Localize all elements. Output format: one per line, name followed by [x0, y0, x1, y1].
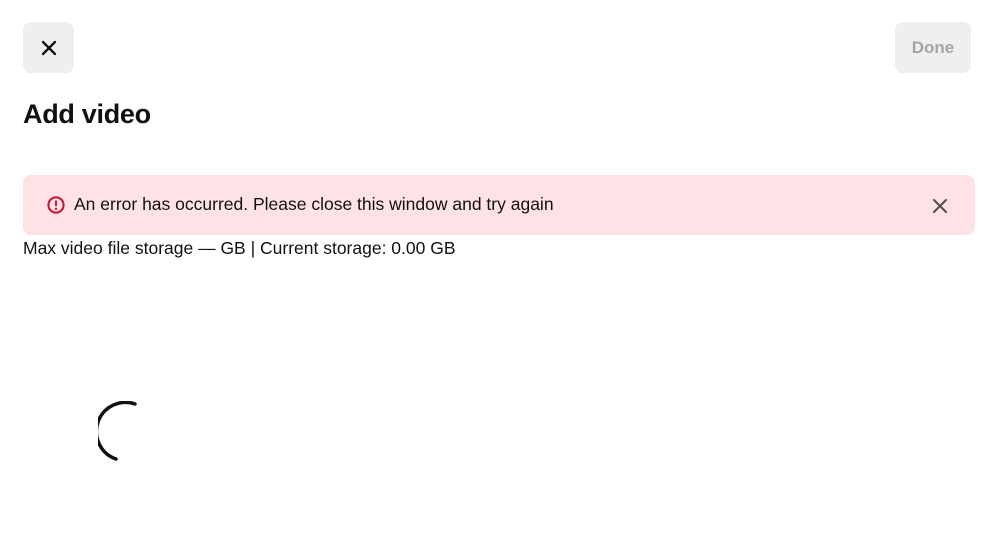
dismiss-error-button[interactable]	[931, 197, 949, 215]
error-message: An error has occurred. Please close this…	[74, 194, 554, 214]
exclamation-circle-icon	[47, 196, 65, 214]
done-button[interactable]: Done	[895, 22, 971, 73]
error-banner: An error has occurred. Please close this…	[23, 175, 975, 235]
add-video-page: Done Add video An error has occurred. Pl…	[0, 0, 999, 541]
storage-info: Max video file storage — GB | Current st…	[23, 238, 456, 258]
page-title: Add video	[23, 99, 151, 129]
close-icon	[41, 40, 56, 55]
close-button[interactable]	[23, 22, 74, 73]
loading-spinner-icon	[98, 401, 137, 461]
